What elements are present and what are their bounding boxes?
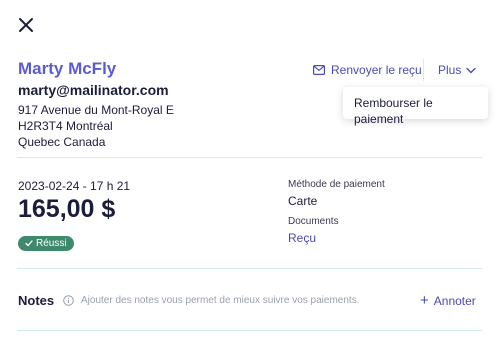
resend-receipt-label: Renvoyer le reçu [331, 63, 422, 77]
address-line-2: H2R3T4 Montréal [18, 119, 113, 133]
customer-name[interactable]: Marty McFly [18, 59, 174, 79]
payment-amount: 165,00 $ [18, 195, 116, 223]
more-label: Plus [438, 63, 462, 77]
check-icon [25, 240, 33, 247]
address-line-3: Quebec Canada [18, 135, 106, 149]
add-note-button[interactable]: + Annoter [420, 292, 476, 309]
notes-hint: Ajouter des notes vous permet de mieux s… [81, 295, 360, 306]
notes-title: Notes [18, 293, 55, 308]
more-button[interactable]: Plus [438, 63, 477, 77]
customer-email: marty@mailinator.com [18, 82, 169, 98]
status-label: Réussi [36, 238, 67, 249]
documents-label: Documents [288, 216, 339, 227]
resend-receipt-button[interactable]: Renvoyer le reçu [313, 63, 422, 77]
payment-datetime: 2023-02-24 - 17 h 21 [18, 179, 131, 193]
status-badge: Réussi [18, 236, 74, 251]
actions-separator [423, 59, 424, 81]
section-divider [17, 268, 482, 269]
section-divider [17, 157, 482, 158]
payment-method-label: Méthode de paiement [288, 179, 385, 190]
more-dropdown-menu: Rembourser le paiement [343, 87, 488, 126]
customer-info: Marty McFly marty@mailinator.com 917 Ave… [18, 59, 174, 150]
add-note-label: Annoter [433, 294, 476, 308]
info-icon [63, 295, 74, 306]
plus-icon: + [420, 292, 429, 309]
close-icon[interactable] [17, 16, 35, 34]
section-divider [17, 330, 482, 331]
chevron-down-icon [466, 67, 477, 73]
menu-item-refund[interactable]: Rembourser le paiement [343, 87, 488, 135]
receipt-link[interactable]: Reçu [288, 231, 316, 245]
mail-icon [313, 65, 325, 75]
payment-method-value: Carte [288, 194, 318, 208]
address-line-1: 917 Avenue du Mont-Royal E [18, 103, 174, 117]
